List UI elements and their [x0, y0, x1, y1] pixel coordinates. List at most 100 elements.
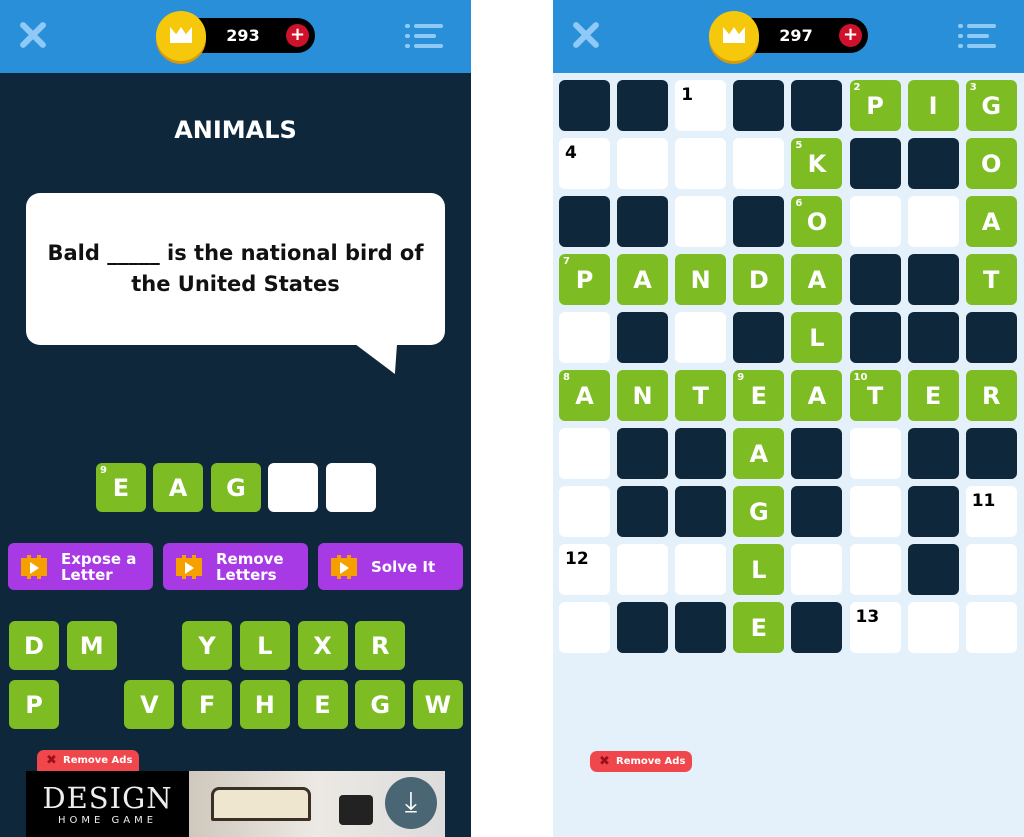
- crossword-cell[interactable]: 13: [849, 602, 901, 653]
- crossword-cell[interactable]: E: [907, 370, 959, 421]
- crossword-cell[interactable]: 11: [965, 486, 1017, 537]
- remove-ads-button[interactable]: ✖ Remove Ads: [590, 751, 692, 772]
- crossword-cell[interactable]: 1: [675, 80, 727, 131]
- crossword-cell[interactable]: [965, 544, 1017, 595]
- answer-tile[interactable]: [326, 463, 376, 512]
- crossword-cell[interactable]: [617, 544, 669, 595]
- crossword-cell[interactable]: O: [965, 138, 1017, 189]
- letter-key[interactable]: X: [297, 621, 348, 670]
- crossword-cell[interactable]: [559, 428, 610, 479]
- close-icon[interactable]: [571, 20, 601, 50]
- blocked-cell: [675, 602, 727, 653]
- crossword-cell[interactable]: A: [791, 370, 843, 421]
- blocked-cell: [791, 602, 843, 653]
- blocked-cell: [733, 80, 785, 131]
- crossword-cell[interactable]: L: [791, 312, 843, 363]
- crossword-cell[interactable]: [675, 196, 727, 247]
- letter-key[interactable]: R: [355, 621, 406, 670]
- answer-tile[interactable]: A: [153, 463, 203, 512]
- crossword-cell[interactable]: [849, 486, 901, 537]
- close-icon[interactable]: [18, 20, 48, 50]
- powerup-label: Expose a Letter: [61, 549, 137, 584]
- crossword-cell[interactable]: [907, 196, 959, 247]
- crossword-cell[interactable]: 7P: [559, 254, 610, 305]
- crossword-cell[interactable]: [849, 196, 901, 247]
- letter-key[interactable]: L: [239, 621, 290, 670]
- letter-key[interactable]: H: [239, 680, 290, 729]
- add-coins-button[interactable]: +: [286, 24, 309, 47]
- cell-letter: G: [748, 497, 769, 526]
- crossword-cell[interactable]: A: [617, 254, 669, 305]
- crossword-cell[interactable]: 5K: [791, 138, 843, 189]
- letter-key[interactable]: P: [9, 680, 59, 729]
- crossword-cell[interactable]: 10 T: [849, 370, 901, 421]
- cell-letter: L: [751, 555, 767, 584]
- crossword-cell[interactable]: T: [965, 254, 1017, 305]
- clue-number: 13: [855, 607, 880, 627]
- answer-tile[interactable]: G: [211, 463, 261, 512]
- blocked-cell: [617, 486, 669, 537]
- top-bar: 297 +: [553, 0, 1024, 73]
- crossword-cell[interactable]: [849, 544, 901, 595]
- crossword-cell[interactable]: T: [675, 370, 727, 421]
- letter-key[interactable]: G: [355, 680, 406, 729]
- crossword-cell[interactable]: L: [733, 544, 785, 595]
- crossword-cell[interactable]: A: [733, 428, 785, 479]
- crossword-cell[interactable]: [559, 486, 610, 537]
- crossword-cell[interactable]: [965, 602, 1017, 653]
- crossword-cell[interactable]: [907, 602, 959, 653]
- ad-banner[interactable]: DESIGN HOME GAME ⤓: [26, 771, 445, 837]
- crossword-cell[interactable]: N: [675, 254, 727, 305]
- crossword-cell[interactable]: A: [791, 254, 843, 305]
- crossword-cell[interactable]: 4: [559, 138, 610, 189]
- crossword-screen: 297 + 1 2 P I 3 G 4 5 K O 6 O A 7 P A N D A T L 8 A N T 9 E A 10 T E R A…: [553, 0, 1024, 837]
- cell-letter: R: [981, 381, 1001, 410]
- crossword-cell[interactable]: R: [965, 370, 1017, 421]
- clue-number: 6: [795, 198, 803, 209]
- add-coins-button[interactable]: +: [839, 24, 862, 47]
- crossword-cell[interactable]: N: [617, 370, 669, 421]
- crossword-cell[interactable]: A: [965, 196, 1017, 247]
- letter-key[interactable]: D: [9, 621, 59, 670]
- crossword-cell[interactable]: E: [733, 602, 785, 653]
- list-menu-icon[interactable]: [405, 24, 443, 48]
- close-icon: ✖: [599, 754, 610, 769]
- clue-number: 10: [853, 372, 868, 383]
- letter-key[interactable]: W: [412, 680, 463, 729]
- crossword-cell[interactable]: [675, 544, 727, 595]
- blocked-cell: [617, 602, 669, 653]
- crossword-cell[interactable]: D: [733, 254, 785, 305]
- tile-letter: G: [226, 473, 246, 502]
- letter-key[interactable]: Y: [182, 621, 233, 670]
- crossword-cell[interactable]: [675, 138, 727, 189]
- powerup-button[interactable]: Remove Letters: [163, 543, 308, 590]
- crossword-cell[interactable]: 3G: [965, 80, 1017, 131]
- crossword-cell[interactable]: 8A: [559, 370, 610, 421]
- list-menu-icon[interactable]: [958, 24, 996, 48]
- crossword-cell[interactable]: 6O: [791, 196, 843, 247]
- remove-ads-button[interactable]: ✖ Remove Ads: [37, 750, 139, 771]
- crossword-cell[interactable]: [559, 312, 610, 363]
- powerup-button[interactable]: Expose a Letter: [8, 543, 153, 590]
- crossword-cell[interactable]: [617, 138, 669, 189]
- crossword-cell[interactable]: 12: [559, 544, 610, 595]
- crossword-cell[interactable]: 9E: [733, 370, 785, 421]
- crossword-cell[interactable]: [675, 312, 727, 363]
- powerup-button[interactable]: Solve It: [318, 543, 463, 590]
- video-icon: [21, 554, 47, 579]
- crossword-cell[interactable]: G: [733, 486, 785, 537]
- crossword-cell[interactable]: I: [907, 80, 959, 131]
- answer-tile[interactable]: 9E: [96, 463, 146, 512]
- clue-number: 8: [563, 372, 570, 383]
- letter-key[interactable]: F: [182, 680, 233, 729]
- crossword-cell[interactable]: [559, 602, 610, 653]
- crossword-cell[interactable]: [791, 544, 843, 595]
- letter-key[interactable]: V: [124, 680, 175, 729]
- letter-key[interactable]: E: [297, 680, 348, 729]
- crossword-cell[interactable]: [733, 138, 785, 189]
- letter-key[interactable]: M: [66, 621, 117, 670]
- crossword-cell[interactable]: 2P: [849, 80, 901, 131]
- crossword-cell[interactable]: [849, 428, 901, 479]
- answer-tile[interactable]: [268, 463, 318, 512]
- download-icon[interactable]: ⤓: [385, 777, 437, 829]
